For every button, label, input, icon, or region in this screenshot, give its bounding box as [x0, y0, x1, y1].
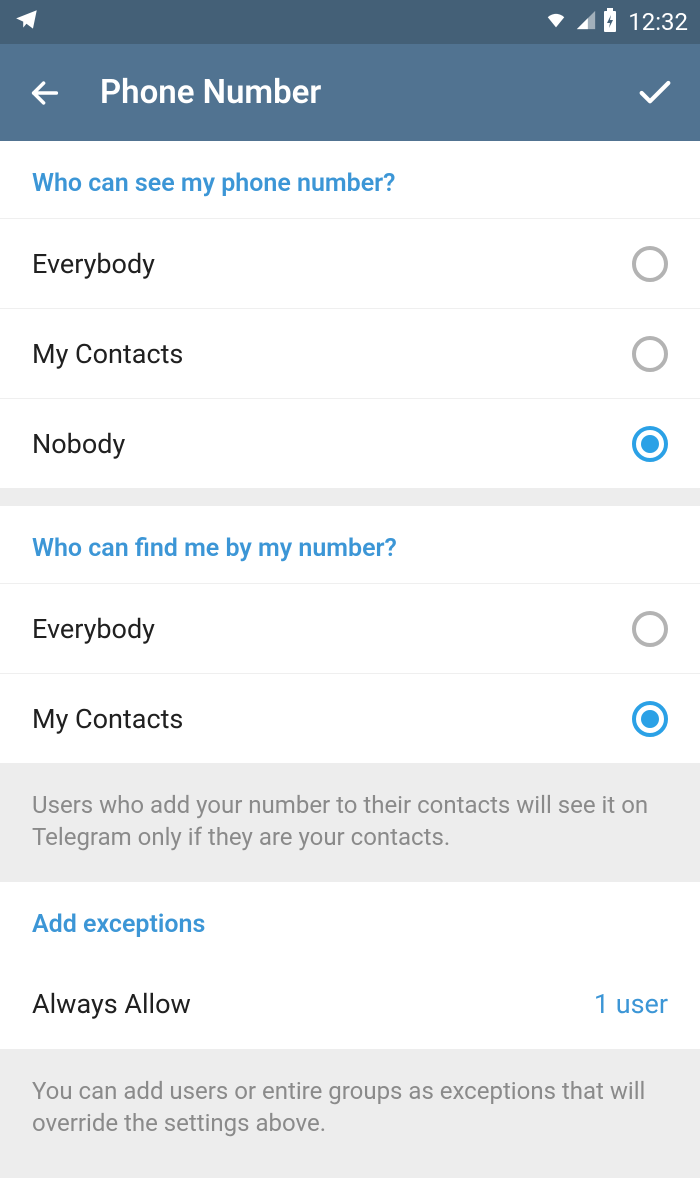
- info-text-find: Users who add your number to their conta…: [0, 763, 700, 882]
- option-label: Everybody: [32, 248, 155, 280]
- option-see-nobody[interactable]: Nobody: [0, 398, 700, 488]
- radio-icon: [632, 246, 668, 282]
- option-find-everybody[interactable]: Everybody: [0, 583, 700, 673]
- section-see-number: Who can see my phone number? Everybody M…: [0, 141, 700, 488]
- radio-icon: [632, 336, 668, 372]
- app-bar: Phone Number: [0, 44, 700, 141]
- exception-label: Always Allow: [32, 988, 191, 1020]
- confirm-button[interactable]: [630, 73, 680, 113]
- status-time: 12:32: [628, 8, 688, 36]
- radio-icon: [632, 611, 668, 647]
- divider: [0, 488, 700, 506]
- signal-icon: [574, 9, 598, 35]
- option-label: My Contacts: [32, 703, 183, 735]
- radio-icon: [632, 701, 668, 737]
- option-see-contacts[interactable]: My Contacts: [0, 308, 700, 398]
- option-label: Nobody: [32, 428, 125, 460]
- telegram-icon: [12, 7, 42, 37]
- section-header-see: Who can see my phone number?: [0, 141, 700, 218]
- option-find-contacts[interactable]: My Contacts: [0, 673, 700, 763]
- section-header-find: Who can find me by my number?: [0, 506, 700, 583]
- section-exceptions: Add exceptions Always Allow 1 user: [0, 882, 700, 1049]
- option-label: My Contacts: [32, 338, 183, 370]
- battery-charging-icon: [602, 8, 618, 36]
- page-title: Phone Number: [100, 73, 630, 112]
- exception-value: 1 user: [594, 988, 668, 1020]
- info-text-exceptions: You can add users or entire groups as ex…: [0, 1049, 700, 1168]
- back-button[interactable]: [20, 76, 70, 110]
- section-find-number: Who can find me by my number? Everybody …: [0, 506, 700, 763]
- option-label: Everybody: [32, 613, 155, 645]
- status-bar: 12:32: [0, 0, 700, 44]
- exception-always-allow[interactable]: Always Allow 1 user: [0, 959, 700, 1049]
- option-see-everybody[interactable]: Everybody: [0, 218, 700, 308]
- radio-icon: [632, 426, 668, 462]
- section-header-exceptions: Add exceptions: [0, 882, 700, 959]
- wifi-icon: [542, 9, 570, 35]
